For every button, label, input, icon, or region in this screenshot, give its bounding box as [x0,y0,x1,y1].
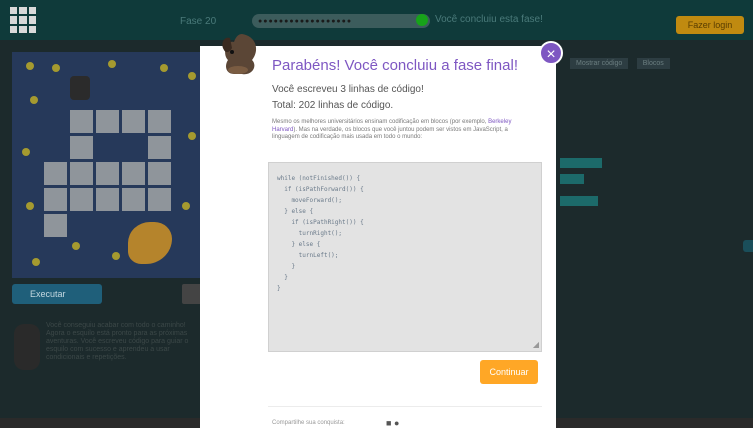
workspace-block[interactable] [560,174,584,184]
flower-decoration [26,62,34,70]
maze-path-cell [70,188,93,211]
flower-decoration [30,96,38,104]
top-bar: Fase 20 ●●●●●●●●●●●●●●●●●● Você concluiu… [0,0,753,40]
maze-path-cell [148,188,171,211]
flower-decoration [188,132,196,140]
progress-current-dot[interactable] [416,14,428,26]
dialog-divider [268,406,542,407]
resize-handle-icon[interactable]: ◢ [533,340,539,349]
instructions-text: Você conseguiu acabar com todo o caminho… [46,322,189,361]
total-lines-text: Total: 202 linhas de código. [272,100,394,111]
close-dialog-button[interactable]: × [539,41,563,65]
maze-path-cell [44,162,67,185]
step-button[interactable] [182,284,202,304]
description-text-2: ). Mas na verdade, os blocos que você ju… [272,126,508,141]
flower-decoration [22,148,30,156]
run-button[interactable]: Executar [12,284,102,304]
maze-path-cell [148,162,171,185]
maze-path-cell [70,110,93,133]
facebook-icon[interactable]: ■ [386,418,391,428]
continue-button[interactable]: Continuar [480,360,538,384]
lines-written-text: Você escreveu 3 linhas de código! [272,84,424,95]
maze-path-cell [148,136,171,159]
flower-decoration [188,72,196,80]
workspace-toolbar: Mostrar código Blocos [570,52,740,69]
level-label: Fase 20 [180,16,217,27]
level-complete-message: Você concluiu esta fase! [435,14,543,25]
code-org-logo[interactable] [10,7,36,33]
twitter-icon[interactable]: ● [394,418,399,428]
maze-path-cell [44,188,67,211]
share-icons: ■ ● [386,418,399,428]
maze-path-cell [96,188,119,211]
dialog-title: Parabéns! Você concluiu a fase final! [272,57,518,74]
maze-path-cell [122,188,145,211]
squirrel-character [70,76,90,100]
workspace-block[interactable] [560,196,598,206]
maze-path-cell [44,214,67,237]
progress-dots: ●●●●●●●●●●●●●●●●●● [258,18,353,25]
maze-path-cell [70,162,93,185]
flower-decoration [26,202,34,210]
flower-decoration [72,242,80,250]
flower-decoration [32,258,40,266]
flower-decoration [112,252,120,260]
flower-decoration [160,64,168,72]
maze-path-cell [70,136,93,159]
workspace-block[interactable] [560,158,602,168]
code-textarea[interactable]: while (notFinished()) { if (isPathForwar… [268,162,542,352]
maze-path-cell [122,110,145,133]
maze-path-cell [122,162,145,185]
dialog-description: Mesmo os melhores universitários ensinam… [272,119,534,142]
blocks-button[interactable]: Blocos [636,58,670,69]
flower-decoration [182,202,190,210]
show-code-button[interactable]: Mostrar código [570,58,629,69]
maze-path-cell [96,162,119,185]
workspace-scroll-tab[interactable] [743,240,753,252]
description-text-1: Mesmo os melhores universitários ensinam… [272,119,489,125]
javascript-code: while (notFinished()) { if (isPathForwar… [277,175,364,292]
share-label: Compartilhe sua conquista: [272,420,345,426]
maze-path-cell [148,110,171,133]
instructions-avatar [14,324,40,370]
flower-decoration [52,64,60,72]
maze-path-cell [96,110,119,133]
flower-decoration [108,60,116,68]
squirrel-icon [222,34,257,75]
maze-board [12,52,208,278]
signin-button[interactable]: Fazer login [676,16,744,34]
